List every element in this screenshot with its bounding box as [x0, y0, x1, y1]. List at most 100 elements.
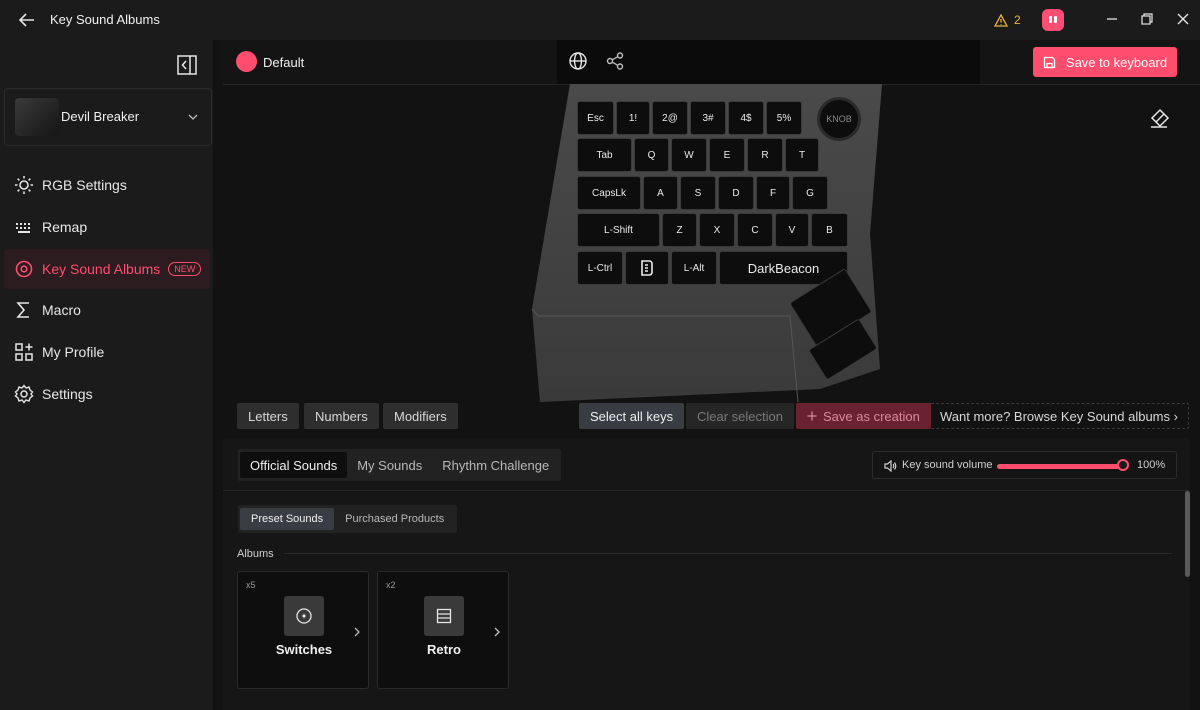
sidebar-item-my-profile[interactable]: My Profile: [4, 332, 210, 372]
key-esc[interactable]: Esc: [577, 101, 614, 135]
volume-slider-thumb[interactable]: [1117, 459, 1129, 471]
sidebar-item-macro[interactable]: Macro: [4, 290, 210, 330]
key-e[interactable]: E: [709, 138, 745, 172]
sidebar-item-settings[interactable]: Settings: [4, 374, 210, 414]
sound-source-tabs: Official Sounds My Sounds Rhythm Challen…: [238, 449, 562, 481]
key-4[interactable]: 4$: [728, 101, 764, 135]
key-capslock[interactable]: CapsLk: [577, 176, 641, 210]
device-name: Devil Breaker: [61, 109, 140, 124]
key-c[interactable]: C: [737, 213, 773, 247]
warning-count: 2: [1014, 13, 1021, 27]
product-subtabs: Preset Sounds Purchased Products: [238, 505, 458, 533]
sidebar-item-label: Settings: [42, 386, 93, 402]
warning-icon: [994, 13, 1008, 27]
list-box-icon: [424, 596, 464, 636]
sidebar-item-label: Macro: [42, 302, 81, 318]
panel-divider: [223, 490, 1189, 491]
key-g[interactable]: G: [792, 176, 828, 210]
collapse-sidebar-icon[interactable]: [176, 54, 198, 76]
key-tab[interactable]: Tab: [577, 138, 632, 172]
target-icon: [14, 259, 34, 279]
key-x[interactable]: X: [699, 213, 735, 247]
filter-numbers-button[interactable]: Numbers: [304, 403, 379, 429]
chevron-right-icon: [354, 627, 360, 637]
restore-icon[interactable]: [1137, 9, 1157, 29]
key-q[interactable]: Q: [634, 138, 669, 172]
album-count: x2: [386, 580, 396, 590]
key-2[interactable]: 2@: [652, 101, 688, 135]
profile-name[interactable]: Default: [263, 55, 304, 70]
key-1[interactable]: 1!: [616, 101, 650, 135]
device-thumbnail: [15, 98, 59, 136]
sidebar-item-rgb-settings[interactable]: RGB Settings: [4, 165, 210, 205]
tab-my-sounds[interactable]: My Sounds: [347, 452, 432, 478]
new-badge: NEW: [168, 262, 202, 276]
warning-indicator[interactable]: 2: [994, 11, 1021, 29]
subtab-purchased-products[interactable]: Purchased Products: [334, 508, 455, 530]
select-all-keys-button[interactable]: Select all keys: [579, 403, 685, 429]
album-name: Retro: [427, 642, 461, 657]
filter-letters-button[interactable]: Letters: [237, 403, 299, 429]
key-t[interactable]: T: [785, 138, 819, 172]
key-s[interactable]: S: [680, 176, 716, 210]
save-to-keyboard-button[interactable]: Save to keyboard: [1033, 47, 1177, 77]
album-card-retro[interactable]: x2 Retro: [377, 571, 509, 689]
key-left-alt[interactable]: L-Alt: [671, 251, 717, 285]
key-sound-volume-control: Key sound volume 100%: [872, 451, 1177, 479]
key-brand-logo[interactable]: [625, 251, 669, 285]
sidebar-item-label: Key Sound Albums: [42, 261, 161, 277]
tab-rhythm-challenge[interactable]: Rhythm Challenge: [432, 452, 559, 478]
key-d[interactable]: D: [718, 176, 754, 210]
panel-scrollbar[interactable]: [1185, 491, 1190, 577]
sidebar-item-label: My Profile: [42, 344, 105, 360]
volume-label: Key sound volume: [902, 459, 993, 471]
gear-icon: [14, 384, 34, 404]
globe-icon[interactable]: [568, 51, 588, 71]
back-arrow-icon[interactable]: [16, 10, 38, 30]
browse-albums-link[interactable]: Want more? Browse Key Sound albums ›: [929, 403, 1189, 429]
save-icon: [1043, 56, 1056, 68]
share-icon[interactable]: [605, 51, 625, 71]
tab-official-sounds[interactable]: Official Sounds: [240, 452, 348, 478]
chevron-right-icon: [494, 627, 500, 637]
window-title: Key Sound Albums: [50, 12, 160, 27]
keyboard-icon: [14, 217, 34, 237]
clear-selection-button[interactable]: Clear selection: [686, 403, 794, 429]
minimize-icon[interactable]: [1102, 9, 1122, 29]
volume-slider-track[interactable]: [997, 464, 1125, 469]
sidebar-item-key-sound-albums[interactable]: Key Sound Albums NEW: [4, 249, 210, 289]
key-v[interactable]: V: [775, 213, 809, 247]
device-selector[interactable]: Devil Breaker: [4, 88, 212, 146]
sidebar-item-remap[interactable]: Remap: [4, 207, 210, 247]
key-f[interactable]: F: [756, 176, 790, 210]
subtab-preset-sounds[interactable]: Preset Sounds: [240, 508, 335, 530]
volume-value: 100%: [1137, 459, 1166, 471]
save-as-creation-button[interactable]: Save as creation: [796, 403, 931, 429]
sigma-icon: [14, 300, 34, 320]
albums-section-title: Albums: [237, 548, 274, 560]
close-icon[interactable]: [1173, 9, 1193, 29]
key-left-ctrl[interactable]: L-Ctrl: [577, 251, 623, 285]
grid-icon: [14, 342, 34, 362]
key-a[interactable]: A: [643, 176, 678, 210]
save-to-keyboard-label: Save to keyboard: [1065, 54, 1168, 70]
key-left-shift[interactable]: L-Shift: [577, 213, 660, 247]
speaker-icon[interactable]: [883, 459, 897, 473]
key-w[interactable]: W: [671, 138, 707, 172]
key-3[interactable]: 3#: [690, 101, 726, 135]
album-count: x5: [246, 580, 256, 590]
albums-divider: [284, 553, 1172, 554]
filter-modifiers-button[interactable]: Modifiers: [383, 403, 458, 429]
key-r[interactable]: R: [747, 138, 783, 172]
key-b[interactable]: B: [811, 213, 848, 247]
plus-icon: [807, 411, 817, 421]
knob[interactable]: KNOB: [817, 97, 861, 141]
profile-color-dot[interactable]: [236, 51, 257, 72]
key-5[interactable]: 5%: [766, 101, 802, 135]
sun-icon: [14, 175, 34, 195]
eraser-icon[interactable]: [1148, 107, 1170, 129]
key-z[interactable]: Z: [662, 213, 697, 247]
mascot-icon[interactable]: [1042, 9, 1064, 31]
album-card-switches[interactable]: x5 Switches: [237, 571, 369, 689]
record-icon: [284, 596, 324, 636]
